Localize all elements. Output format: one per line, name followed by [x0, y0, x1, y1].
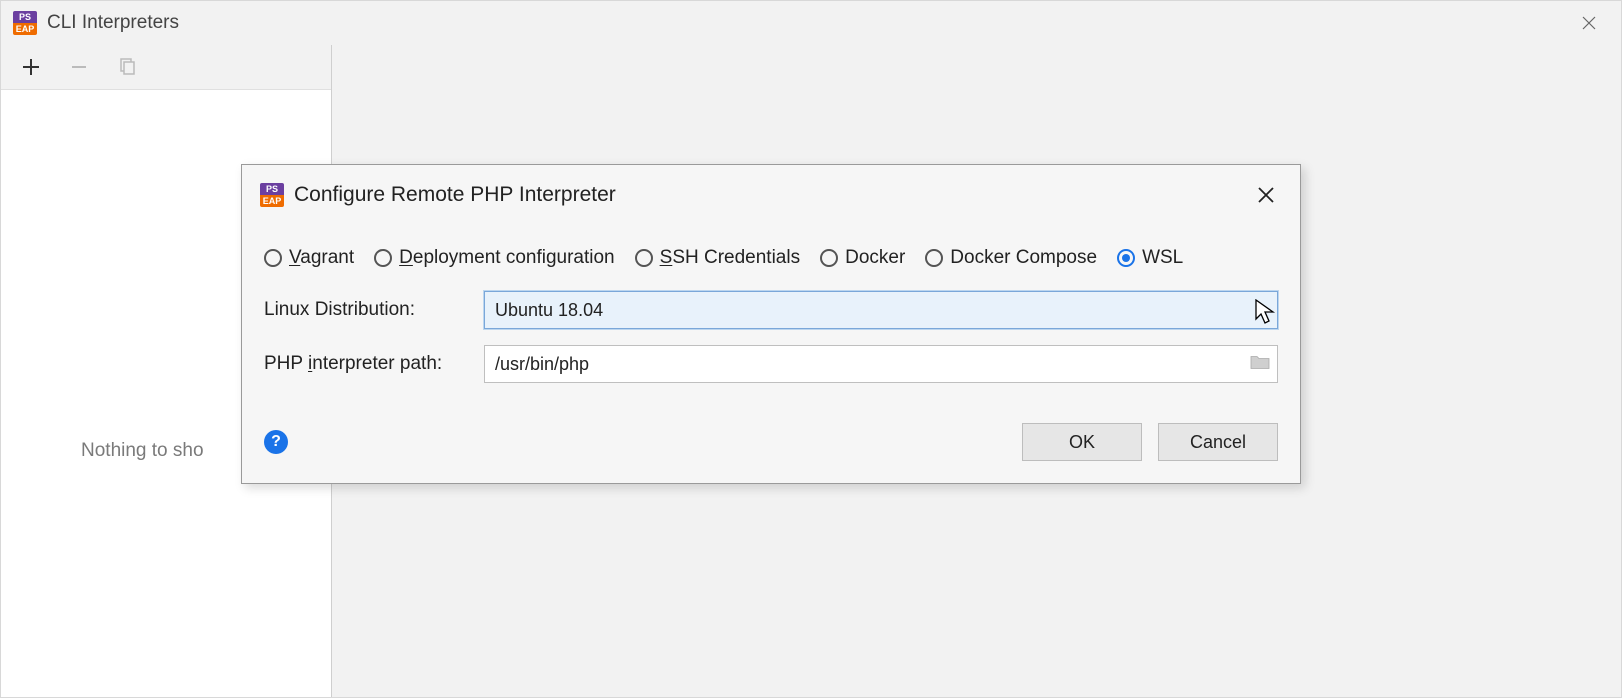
radio-label: SSH Credentials	[660, 247, 800, 269]
plus-icon	[22, 58, 40, 76]
modal-footer: ? OK Cancel	[264, 423, 1278, 461]
close-icon	[1582, 16, 1596, 30]
linux-distribution-value: Ubuntu 18.04	[495, 300, 603, 321]
linux-distribution-row: Linux Distribution: Ubuntu 18.04	[264, 291, 1278, 329]
ok-button[interactable]: OK	[1022, 423, 1142, 461]
cancel-button[interactable]: Cancel	[1158, 423, 1278, 461]
sidebar-toolbar: Add Remove Copy	[1, 45, 331, 90]
copy-icon	[118, 58, 136, 76]
radio-docker[interactable]: Docker	[820, 247, 905, 269]
empty-list-label: Nothing to sho	[81, 440, 204, 462]
radio-label: Docker Compose	[950, 247, 1097, 269]
radio-docker-compose[interactable]: Docker Compose	[925, 247, 1097, 269]
php-interpreter-path-input[interactable]	[484, 345, 1278, 383]
php-interpreter-path-label: PHP interpreter path:	[264, 353, 484, 375]
parent-titlebar: PSEAP CLI Interpreters	[1, 1, 1621, 45]
radio-wsl[interactable]: WSL	[1117, 247, 1183, 269]
phpstorm-eap-icon: PSEAP	[260, 183, 284, 207]
help-button[interactable]: ?	[264, 430, 288, 454]
phpstorm-eap-icon: PSEAP	[13, 11, 37, 35]
radio-icon	[925, 249, 943, 267]
radio-label: WSL	[1142, 247, 1183, 269]
remove-interpreter-button[interactable]: Remove	[67, 55, 91, 79]
modal-close-button[interactable]	[1250, 179, 1282, 211]
modal-body: Vagrant Deployment configuration SSH Cre…	[242, 219, 1300, 483]
radio-label: Vagrant	[289, 247, 354, 269]
cli-interpreters-window: PSEAP CLI Interpreters Add Remove	[0, 0, 1622, 698]
modal-title: Configure Remote PHP Interpreter	[294, 183, 616, 207]
radio-icon	[264, 249, 282, 267]
linux-distribution-label: Linux Distribution:	[264, 299, 484, 321]
parent-close-button[interactable]	[1569, 3, 1609, 43]
radio-deployment-configuration[interactable]: Deployment configuration	[374, 247, 614, 269]
radio-ssh-credentials[interactable]: SSH Credentials	[635, 247, 800, 269]
radio-icon	[374, 249, 392, 267]
radio-label: Deployment configuration	[399, 247, 614, 269]
browse-button[interactable]	[1250, 353, 1270, 376]
interpreter-type-radio-group: Vagrant Deployment configuration SSH Cre…	[264, 247, 1278, 269]
copy-interpreter-button[interactable]: Copy	[115, 55, 139, 79]
radio-icon	[820, 249, 838, 267]
radio-vagrant[interactable]: Vagrant	[264, 247, 354, 269]
remote-interpreter-dialog: PSEAP Configure Remote PHP Interpreter V…	[241, 164, 1301, 484]
radio-label: Docker	[845, 247, 905, 269]
add-interpreter-button[interactable]: Add	[19, 55, 43, 79]
php-interpreter-path-row: PHP interpreter path:	[264, 345, 1278, 383]
parent-title: CLI Interpreters	[47, 12, 179, 34]
linux-distribution-combobox[interactable]: Ubuntu 18.04	[484, 291, 1278, 329]
minus-icon	[70, 58, 88, 76]
modal-titlebar: PSEAP Configure Remote PHP Interpreter	[242, 165, 1300, 219]
radio-icon	[1117, 249, 1135, 267]
close-icon	[1258, 187, 1274, 203]
folder-icon	[1250, 353, 1270, 371]
radio-icon	[635, 249, 653, 267]
help-icon: ?	[271, 433, 281, 451]
